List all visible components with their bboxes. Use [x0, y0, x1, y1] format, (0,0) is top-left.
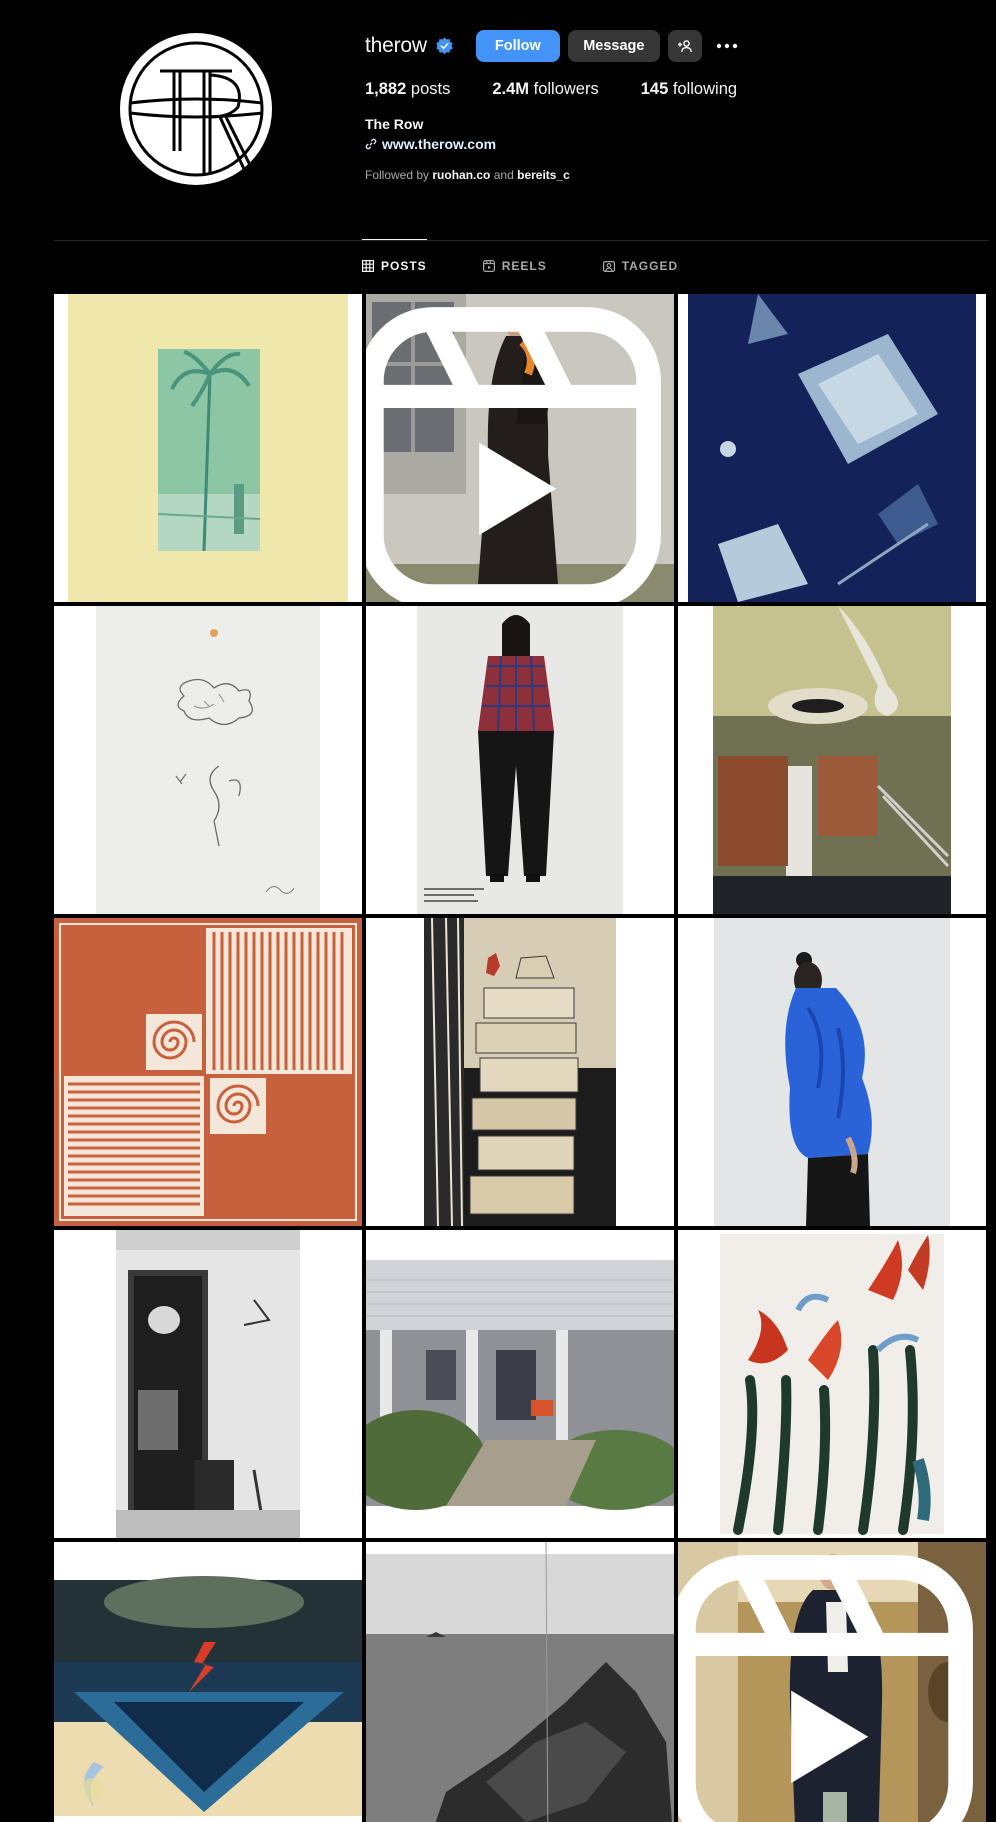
following-label: following	[672, 80, 738, 98]
tagged-icon	[602, 261, 615, 272]
tab-reels[interactable]: REELS	[482, 240, 547, 292]
followers-stat[interactable]: 2.4M followers	[492, 80, 598, 99]
post-thumbnail[interactable]	[54, 294, 362, 602]
add-user-icon	[677, 40, 692, 53]
post-image	[678, 294, 986, 602]
verified-badge-icon	[435, 36, 454, 56]
suggested-accounts-button[interactable]	[667, 30, 702, 62]
posts-count: 1,882	[365, 80, 407, 98]
posts-label: posts	[410, 80, 451, 98]
post-thumbnail[interactable]	[678, 1542, 986, 1822]
website-link[interactable]: www.therow.com	[365, 136, 779, 152]
followers-label: followers	[533, 80, 599, 98]
followed-by-user[interactable]: bereits_c	[517, 168, 570, 182]
post-thumbnail[interactable]	[366, 1542, 674, 1822]
profile-tabs: POSTS REELS TAGGED	[362, 239, 734, 292]
post-image	[54, 294, 362, 602]
link-icon	[365, 138, 377, 150]
followed-by-user[interactable]: ruohan.co	[432, 168, 490, 182]
more-options-button[interactable]	[714, 30, 740, 62]
the-row-logo	[124, 37, 268, 181]
tab-posts[interactable]: POSTS	[362, 239, 427, 292]
tab-label: REELS	[501, 259, 547, 273]
tab-label: POSTS	[381, 259, 427, 273]
profile-avatar[interactable]	[120, 33, 272, 185]
post-image	[366, 1542, 674, 1822]
post-image	[366, 918, 674, 1226]
posts-stat: 1,882 posts	[365, 80, 450, 99]
post-thumbnail[interactable]	[678, 294, 986, 602]
tab-tagged[interactable]: TAGGED	[602, 240, 679, 292]
post-image	[54, 1542, 362, 1822]
post-thumbnail[interactable]	[54, 606, 362, 914]
reels-icon	[482, 260, 495, 272]
profile-stats: 1,882 posts 2.4M followers 145 following	[365, 80, 779, 99]
post-image	[678, 1230, 986, 1538]
followers-count: 2.4M	[492, 80, 530, 98]
username: therow	[365, 34, 427, 57]
post-image	[54, 606, 362, 914]
website-url: www.therow.com	[382, 136, 497, 152]
post-thumbnail[interactable]	[678, 1230, 986, 1538]
post-thumbnail[interactable]	[678, 606, 986, 914]
post-thumbnail[interactable]	[54, 1230, 362, 1538]
post-thumbnail[interactable]	[54, 918, 362, 1226]
following-stat[interactable]: 145 following	[641, 80, 737, 99]
post-image	[366, 1230, 674, 1538]
message-button[interactable]: Message	[567, 30, 660, 62]
followed-by-prefix: Followed by	[365, 168, 430, 182]
post-image	[678, 606, 986, 914]
post-image	[366, 606, 674, 914]
reel-badge-icon	[678, 1555, 973, 1822]
following-count: 145	[640, 80, 669, 98]
follow-button[interactable]: Follow	[475, 30, 560, 62]
post-thumbnail[interactable]	[366, 606, 674, 914]
post-thumbnail[interactable]	[366, 918, 674, 1226]
profile-fullname: The Row	[365, 116, 424, 132]
post-thumbnail[interactable]	[54, 1542, 362, 1822]
followed-by-and: and	[493, 168, 514, 182]
profile-info: therow Follow Message 1,882 posts 2.4M f…	[365, 28, 779, 182]
followed-by[interactable]: Followed by ruohan.co and bereits_c	[365, 168, 779, 182]
reel-badge-icon	[366, 307, 661, 602]
grid-icon	[362, 260, 374, 272]
posts-grid	[54, 294, 986, 1822]
profile-header-row: therow Follow Message	[365, 28, 779, 64]
post-image	[54, 1230, 362, 1538]
post-image	[54, 918, 362, 1226]
tab-label: TAGGED	[621, 259, 679, 273]
post-image	[678, 918, 986, 1226]
post-thumbnail[interactable]	[678, 918, 986, 1226]
post-thumbnail[interactable]	[366, 1230, 674, 1538]
post-thumbnail[interactable]	[366, 294, 674, 602]
more-options-icon	[716, 43, 738, 49]
